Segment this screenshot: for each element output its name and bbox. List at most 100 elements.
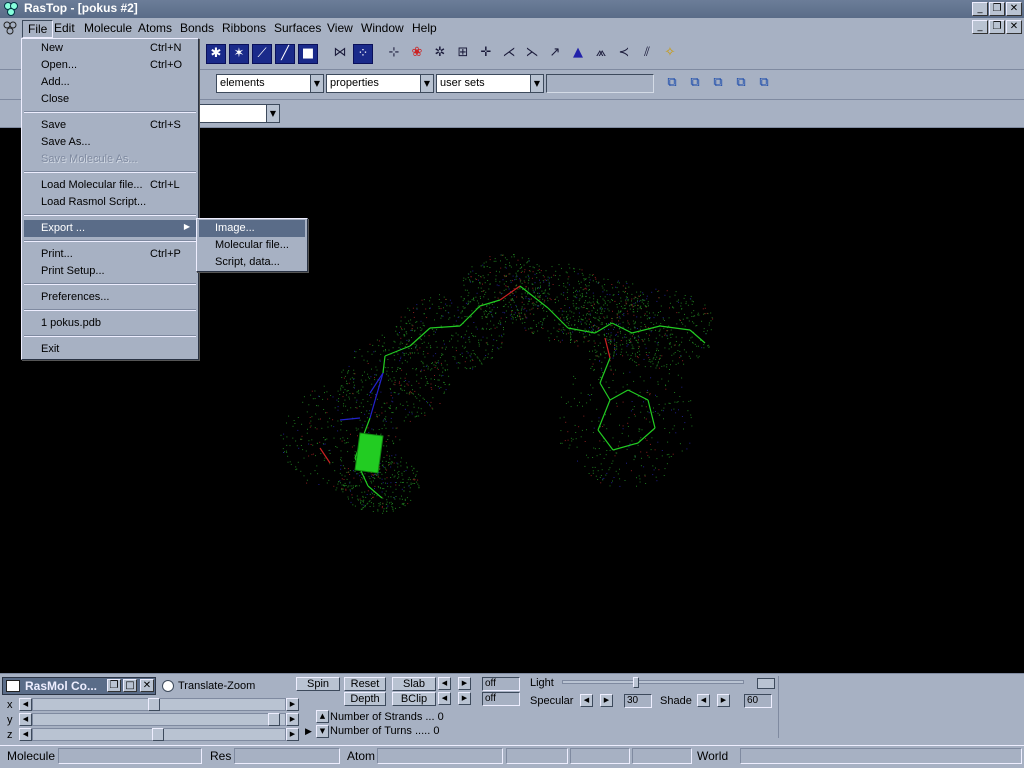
- select-not-icon[interactable]: ⧉: [754, 74, 774, 94]
- menu-item-add[interactable]: Add...: [24, 74, 196, 91]
- ribbon-strands-icon[interactable]: ⋈: [330, 44, 350, 64]
- z-rotation-slider[interactable]: [32, 728, 286, 741]
- menu-item-open[interactable]: Open... Ctrl+O: [24, 57, 196, 74]
- select-and-icon[interactable]: ⧉: [708, 74, 728, 94]
- arrow-left-icon[interactable]: ◀: [580, 694, 593, 707]
- user-sets-combo[interactable]: user sets ▼: [436, 74, 544, 93]
- chevron-down-icon[interactable]: ▼: [530, 75, 543, 92]
- menu-edit[interactable]: Edit: [49, 20, 80, 36]
- arrow-right-icon[interactable]: ▶: [458, 692, 471, 705]
- slider-thumb[interactable]: [152, 728, 164, 741]
- mdi-close-icon[interactable]: ✕: [1006, 20, 1022, 34]
- sticks-icon[interactable]: ╱: [275, 44, 295, 64]
- menu-item-load-rasmol-script[interactable]: Load Rasmol Script...: [24, 194, 196, 211]
- menu-item-save-as[interactable]: Save As...: [24, 134, 196, 151]
- arrow-left-icon[interactable]: ◀: [697, 694, 710, 707]
- chevron-down-icon[interactable]: ▼: [310, 75, 323, 92]
- elements-combo[interactable]: elements ▼: [216, 74, 324, 93]
- slider-thumb[interactable]: [633, 677, 639, 688]
- cartoon-icon[interactable]: ■: [298, 44, 318, 64]
- slab-button[interactable]: Slab: [392, 677, 436, 691]
- grid-icon[interactable]: ⊞: [453, 44, 473, 64]
- angle-icon[interactable]: ⋋: [522, 44, 542, 64]
- command-window-bar[interactable]: RasMol Co... ❐ □ ✕: [2, 677, 156, 695]
- menu-molecule[interactable]: Molecule: [79, 20, 137, 36]
- menu-item-close[interactable]: Close: [24, 91, 196, 108]
- x-rotation-slider[interactable]: [32, 698, 286, 711]
- rastop-app-icon[interactable]: [3, 1, 19, 17]
- mdi-doc-icon[interactable]: [3, 21, 17, 35]
- menu-view[interactable]: View: [322, 20, 358, 36]
- arrow-right-icon[interactable]: ▶: [286, 698, 299, 711]
- menu-item-new[interactable]: New Ctrl+N: [24, 40, 196, 57]
- submenu-item-molecular-file[interactable]: Molecular file...: [199, 237, 305, 254]
- menu-window[interactable]: Window: [356, 20, 409, 36]
- menu-item-load-molecular-file[interactable]: Load Molecular file... Ctrl+L: [24, 177, 196, 194]
- arrow-right-icon[interactable]: ▶: [600, 694, 613, 707]
- monitor-icon[interactable]: ⋌: [499, 44, 519, 64]
- ball-stick-icon[interactable]: ⟋: [252, 44, 272, 64]
- light-color-swatch[interactable]: [757, 678, 775, 689]
- spin-button[interactable]: Spin: [296, 677, 340, 691]
- menu-item-save[interactable]: Save Ctrl+S: [24, 117, 196, 134]
- slider-thumb[interactable]: [268, 713, 280, 726]
- menu-bonds[interactable]: Bonds: [175, 20, 219, 36]
- close-icon[interactable]: ✕: [140, 679, 154, 692]
- dots-surface-icon[interactable]: ⁘: [353, 44, 373, 64]
- menu-ribbons[interactable]: Ribbons: [217, 20, 271, 36]
- slider-thumb[interactable]: [148, 698, 160, 711]
- torsion-icon[interactable]: ⩕: [591, 44, 611, 64]
- select-restrict-icon[interactable]: ⧉: [685, 74, 705, 94]
- shade-value[interactable]: 60: [744, 694, 772, 708]
- pick-icon[interactable]: ≺: [614, 44, 634, 64]
- properties-combo[interactable]: properties ▼: [326, 74, 434, 93]
- star-atom-icon[interactable]: ✱: [206, 44, 226, 64]
- select-add-icon[interactable]: ⧉: [662, 74, 682, 94]
- spacefill-icon[interactable]: ✶: [229, 44, 249, 64]
- specular-value[interactable]: 30: [624, 694, 652, 708]
- restore-icon[interactable]: ❐: [989, 2, 1005, 16]
- selection-field[interactable]: [546, 74, 654, 93]
- arrow-left-icon[interactable]: ◀: [19, 728, 32, 741]
- chevron-down-icon[interactable]: ▼: [420, 75, 433, 92]
- reset-button[interactable]: Reset: [344, 677, 386, 691]
- arrow-left-icon[interactable]: ◀: [438, 692, 451, 705]
- restore-icon[interactable]: ❐: [107, 679, 121, 692]
- cross-icon[interactable]: ✛: [476, 44, 496, 64]
- arrow-right-icon[interactable]: ▶: [286, 728, 299, 741]
- mdi-restore-icon[interactable]: ❐: [989, 20, 1005, 34]
- menu-item-export[interactable]: Export ... ▶: [24, 220, 196, 237]
- depth-button[interactable]: Depth: [344, 692, 386, 706]
- maximize-icon[interactable]: □: [123, 679, 137, 692]
- mdi-minimize-icon[interactable]: _: [972, 20, 988, 34]
- play-icon[interactable]: ▶: [305, 727, 312, 737]
- center-icon[interactable]: ⊹: [384, 44, 404, 64]
- minimize-icon[interactable]: _: [972, 2, 988, 16]
- bclip-button[interactable]: BClip: [392, 692, 436, 706]
- light-slider[interactable]: [562, 677, 744, 688]
- label-icon[interactable]: ▲: [568, 44, 588, 64]
- menu-item-print-setup[interactable]: Print Setup...: [24, 263, 196, 280]
- arrow-left-icon[interactable]: ◀: [438, 677, 451, 690]
- arrow-left-icon[interactable]: ◀: [19, 698, 32, 711]
- light-icon[interactable]: ✧: [660, 44, 680, 64]
- distance-icon[interactable]: ↗: [545, 44, 565, 64]
- arrow-right-icon[interactable]: ▶: [717, 694, 730, 707]
- close-icon[interactable]: ✕: [1006, 2, 1022, 16]
- atoms-color-icon[interactable]: ❀: [407, 44, 427, 64]
- menu-help[interactable]: Help: [407, 20, 442, 36]
- submenu-item-script-data[interactable]: Script, data...: [199, 254, 305, 271]
- menu-atoms[interactable]: Atoms: [133, 20, 177, 36]
- translate-zoom-radio[interactable]: [162, 680, 174, 692]
- bclip-value[interactable]: off: [482, 692, 520, 706]
- y-rotation-slider[interactable]: [32, 713, 286, 726]
- menu-item-exit[interactable]: Exit: [24, 341, 196, 358]
- slab-value[interactable]: off: [482, 677, 520, 691]
- arrow-down-icon[interactable]: ▼: [316, 725, 329, 738]
- submenu-item-image[interactable]: Image...: [199, 220, 305, 237]
- wireframe-icon[interactable]: ✲: [430, 44, 450, 64]
- arrow-right-icon[interactable]: ▶: [458, 677, 471, 690]
- menu-item-preferences[interactable]: Preferences...: [24, 289, 196, 306]
- hbond-icon[interactable]: ⫽: [637, 44, 657, 64]
- arrow-left-icon[interactable]: ◀: [19, 713, 32, 726]
